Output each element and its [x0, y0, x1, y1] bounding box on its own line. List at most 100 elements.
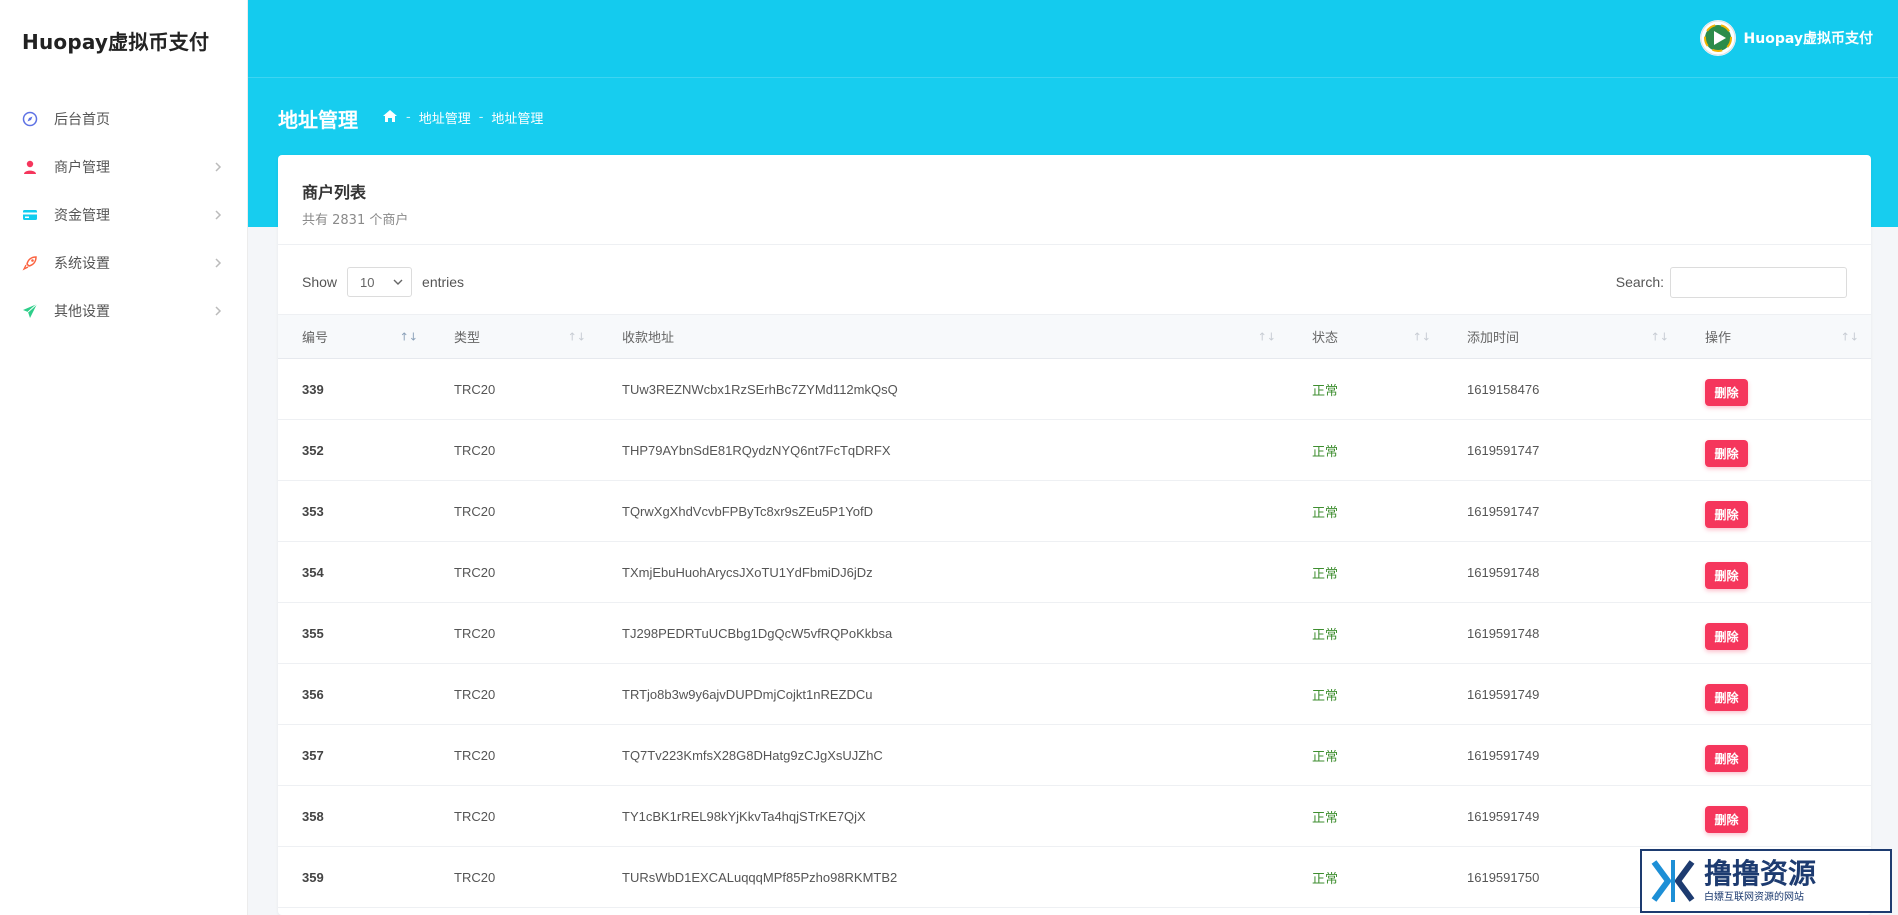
sort-icon: ↑↓	[1650, 330, 1669, 343]
delete-button[interactable]: 删除	[1705, 439, 1748, 467]
sidebar-item-label: 资金管理	[54, 208, 110, 224]
table-row: 356 TRC20 TRTjo8b3w9y6ajvDUPDmjCojkt1nREZD…	[278, 664, 1871, 725]
table-header-row: 编号 ↑↓ 类型 ↑↓ 收款地址 ↑↓ 状态 ↑↓ 添加时间 ↑↓ 操作 ↑↓	[278, 314, 1871, 359]
cell-status: 正常	[1312, 505, 1339, 521]
delete-button[interactable]: 删除	[1705, 622, 1748, 650]
cell-time: 1619591749	[1467, 747, 1540, 763]
delete-button[interactable]: 删除	[1705, 500, 1748, 528]
logo-icon	[1651, 860, 1695, 902]
sidebar-item-funds[interactable]: 资金管理	[0, 191, 248, 239]
delete-button[interactable]: 删除	[1705, 805, 1748, 833]
sidebar-item-other-settings[interactable]: 其他设置	[0, 287, 248, 335]
delete-button[interactable]: 删除	[1705, 378, 1748, 406]
chevron-right-icon	[215, 258, 222, 268]
column-header-time[interactable]: 添加时间 ↑↓	[1443, 315, 1681, 359]
sidebar-item-system-settings[interactable]: 系统设置	[0, 239, 248, 287]
sort-icon: ↑↓	[567, 330, 586, 343]
cell-id: 339	[302, 381, 324, 397]
entries-value: 10	[360, 274, 375, 290]
column-header-action[interactable]: 操作 ↑↓	[1681, 315, 1871, 359]
entries-label: entries	[422, 274, 465, 290]
cell-status: 正常	[1312, 810, 1339, 826]
table-row: 357 TRC20 TQ7Tv223KmfsX28G8DHatg9zCJgXsUJZ…	[278, 725, 1871, 786]
column-header-status[interactable]: 状态 ↑↓	[1288, 315, 1443, 359]
show-label: Show	[302, 274, 338, 290]
card-header: 商户列表 共有 2831 个商户	[278, 155, 1871, 245]
cell-address: TQrwXgXhdVcvbFPByTc8xr9sZEu5P1YofD	[622, 503, 873, 519]
cell-address: TJ298PEDRTuUCBbg1DgQcW5vfRQPoKkbsa	[622, 625, 893, 641]
paper-plane-icon	[22, 303, 38, 319]
cell-time: 1619591749	[1467, 808, 1540, 824]
chevron-right-icon	[215, 210, 222, 220]
sort-icon: ↑↓	[1257, 330, 1276, 343]
table-row: 339 TRC20 TUw3REZNWcbx1RzSErhBc7ZYMd112mkQ…	[278, 359, 1871, 420]
table-row: 352 TRC20 THP79AYbnSdE81RQydzNYQ6nt7FcTqDR…	[278, 420, 1871, 481]
table-row: 359 TRC20 TURsWbD1EXCALuqqqMPf85Pzho98RKMT…	[278, 847, 1871, 908]
sidebar-item-label: 商户管理	[54, 160, 110, 176]
cell-type: TRC20	[454, 503, 496, 519]
cell-status: 正常	[1312, 749, 1339, 765]
cell-time: 1619591747	[1467, 442, 1540, 458]
watermark-subtitle: 白嫖互联网资源的网站	[1704, 891, 1804, 903]
breadcrumb-item-current: 地址管理	[491, 112, 544, 127]
cell-id: 356	[302, 686, 324, 702]
cell-id: 358	[302, 808, 324, 824]
cell-time: 1619591748	[1467, 564, 1540, 580]
search-input[interactable]	[1670, 266, 1847, 298]
sidebar-item-merchants[interactable]: 商户管理	[0, 143, 248, 191]
breadcrumb-separator: -	[406, 110, 411, 125]
avatar	[1699, 20, 1736, 56]
sidebar-item-label: 其他设置	[54, 304, 110, 320]
sidebar-item-dashboard[interactable]: 后台首页	[0, 95, 248, 143]
chevron-right-icon	[215, 162, 222, 172]
sort-icon: ↑↓	[1840, 330, 1859, 343]
user-name: Huopay虚拟币支付	[1743, 31, 1873, 47]
chevron-right-icon	[215, 306, 222, 316]
compass-icon	[22, 111, 38, 127]
cell-type: TRC20	[454, 686, 496, 702]
sidebar-item-label: 系统设置	[54, 256, 110, 272]
table-controls: Show 10 entries Search:	[302, 266, 1847, 298]
cell-time: 1619591749	[1467, 686, 1540, 702]
credit-card-icon	[22, 207, 38, 223]
cell-address: TUw3REZNWcbx1RzSErhBc7ZYMd112mkQsQ	[622, 381, 898, 397]
cell-id: 353	[302, 503, 324, 519]
sidebar-nav: 后台首页 商户管理 资金管理 系统设置 其他设置	[0, 95, 248, 335]
cell-type: TRC20	[454, 747, 496, 763]
delete-button[interactable]: 删除	[1705, 744, 1748, 772]
brand-title[interactable]: Huopay虚拟币支付	[22, 26, 209, 55]
card-subtitle: 共有 2831 个商户	[302, 213, 409, 228]
cell-type: TRC20	[454, 381, 496, 397]
address-table: 编号 ↑↓ 类型 ↑↓ 收款地址 ↑↓ 状态 ↑↓ 添加时间 ↑↓ 操作 ↑↓ 339 TRC…	[278, 314, 1871, 908]
delete-button[interactable]: 删除	[1705, 683, 1748, 711]
cell-id: 357	[302, 747, 324, 763]
delete-button[interactable]: 删除	[1705, 561, 1748, 589]
table-row: 358 TRC20 TY1cBK1rREL98kYjKkvTa4hqjSTrKE7Q…	[278, 786, 1871, 847]
column-header-type[interactable]: 类型 ↑↓	[430, 315, 598, 359]
card-title: 商户列表	[302, 183, 367, 202]
user-menu[interactable]: Huopay虚拟币支付	[1699, 20, 1873, 56]
home-icon[interactable]	[382, 109, 398, 127]
column-header-id[interactable]: 编号 ↑↓	[278, 315, 430, 359]
cell-id: 359	[302, 869, 324, 885]
cell-status: 正常	[1312, 627, 1339, 643]
cell-address: TY1cBK1rREL98kYjKkvTa4hqjSTrKE7QjX	[622, 808, 866, 824]
cell-time: 1619591747	[1467, 503, 1540, 519]
column-header-address[interactable]: 收款地址 ↑↓	[598, 315, 1288, 359]
cell-type: TRC20	[454, 442, 496, 458]
rocket-icon	[22, 255, 38, 271]
cell-id: 355	[302, 625, 324, 641]
watermark-logo: 撸撸资源 白嫖互联网资源的网站	[1640, 849, 1892, 913]
cell-type: TRC20	[454, 625, 496, 641]
cell-status: 正常	[1312, 444, 1339, 460]
cell-type: TRC20	[454, 869, 496, 885]
sort-asc-icon: ↑↓	[399, 330, 418, 343]
top-navbar: Huopay虚拟币支付	[248, 0, 1898, 78]
cell-type: TRC20	[454, 564, 496, 580]
cell-status: 正常	[1312, 688, 1339, 704]
entries-select[interactable]: 10	[347, 267, 413, 297]
breadcrumb-item[interactable]: 地址管理	[419, 108, 471, 127]
table-row: 355 TRC20 TJ298PEDRTuUCBbg1DgQcW5vfRQPoKkb…	[278, 603, 1871, 664]
table-row: 354 TRC20 TXmjEbuHuohArycsJXoTU1YdFbmiDJ6j…	[278, 542, 1871, 603]
watermark-title: 撸撸资源	[1704, 856, 1817, 890]
